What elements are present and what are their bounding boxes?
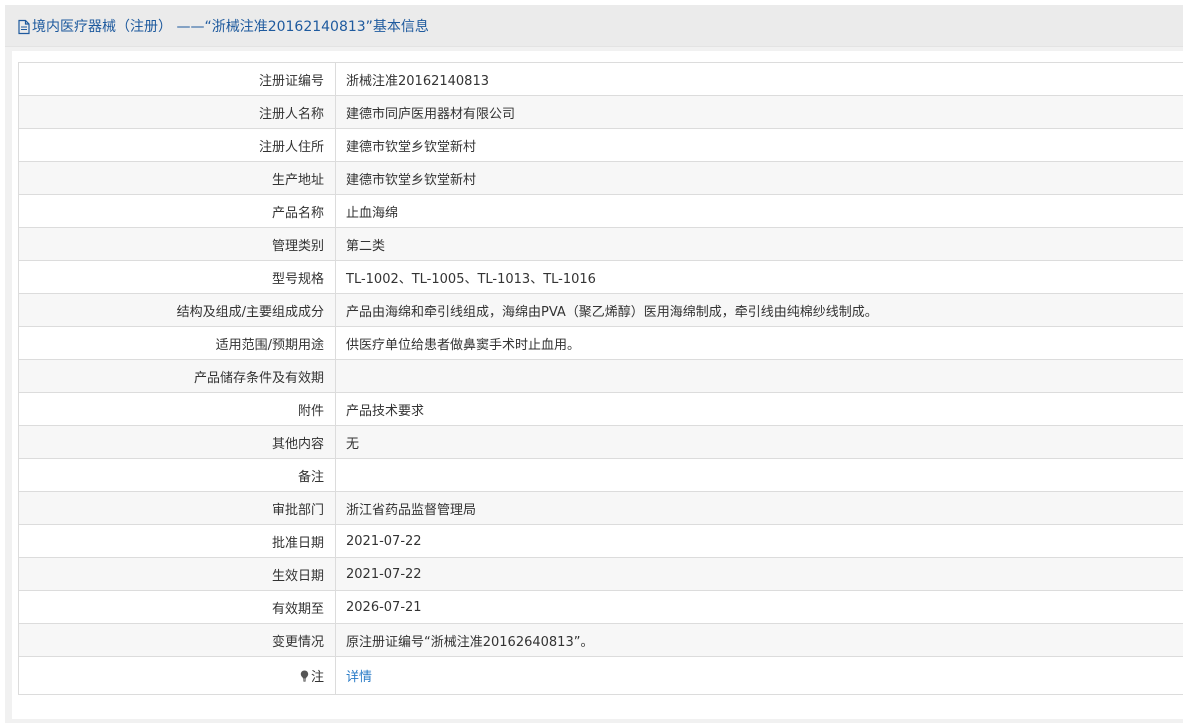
table-row: 产品名称 止血海绵 [18, 194, 1183, 228]
field-value [335, 458, 1183, 492]
table-row: 生产地址 建德市钦堂乡钦堂新村 [18, 161, 1183, 195]
field-label: 注册人名称 [18, 95, 336, 129]
table-row: 生效日期 2021-07-22 [18, 557, 1183, 591]
field-value [335, 359, 1183, 393]
field-label: 其他内容 [18, 425, 336, 459]
field-label: 备注 [18, 458, 336, 492]
field-label: 审批部门 [18, 491, 336, 525]
table-row: 批准日期 2021-07-22 [18, 524, 1183, 558]
field-label: 批准日期 [18, 524, 336, 558]
note-row: 注 详情 [18, 656, 1183, 695]
field-value: 无 [335, 425, 1183, 459]
field-value: 止血海绵 [335, 194, 1183, 228]
field-value: 原注册证编号“浙械注准20162640813”。 [335, 623, 1183, 657]
field-value: 第二类 [335, 227, 1183, 261]
info-panel: 境内医疗器械（注册） ——“浙械注准20162140813”基本信息 注册证编号… [5, 5, 1183, 723]
field-value: 2021-07-22 [335, 524, 1183, 558]
table-row: 附件 产品技术要求 [18, 392, 1183, 426]
field-value: 建德市同庐医用器材有限公司 [335, 95, 1183, 129]
field-value: 浙械注准20162140813 [335, 62, 1183, 96]
panel-body: 注册证编号 浙械注准20162140813 注册人名称 建德市同庐医用器材有限公司 注册… [12, 51, 1183, 719]
field-value: 建德市钦堂乡钦堂新村 [335, 128, 1183, 162]
document-icon [17, 19, 31, 35]
page-title: 境内医疗器械（注册） ——“浙械注准20162140813”基本信息 [32, 18, 429, 35]
field-label: 有效期至 [18, 590, 336, 624]
table-row: 结构及组成/主要组成成分 产品由海绵和牵引线组成，海绵由PVA（聚乙烯醇）医用海绵… [18, 293, 1183, 327]
table-row: 管理类别 第二类 [18, 227, 1183, 261]
field-value: 供医疗单位给患者做鼻窦手术时止血用。 [335, 326, 1183, 360]
field-value: 产品由海绵和牵引线组成，海绵由PVA（聚乙烯醇）医用海绵制成，牵引线由纯棉纱线制… [335, 293, 1183, 327]
field-label: 产品储存条件及有效期 [18, 359, 336, 393]
field-label: 结构及组成/主要组成成分 [18, 293, 336, 327]
field-label: 注册证编号 [18, 62, 336, 96]
field-label: 型号规格 [18, 260, 336, 294]
panel-header: 境内医疗器械（注册） ——“浙械注准20162140813”基本信息 [5, 5, 1183, 47]
note-label-cell: 注 [18, 656, 336, 695]
note-label: 注 [310, 670, 324, 685]
field-value: 2021-07-22 [335, 557, 1183, 591]
field-value: 2026-07-21 [335, 590, 1183, 624]
details-link[interactable]: 详情 [346, 670, 372, 685]
table-row: 注册人住所 建德市钦堂乡钦堂新村 [18, 128, 1183, 162]
table-row: 其他内容无 [18, 425, 1183, 459]
field-label: 适用范围/预期用途 [18, 326, 336, 360]
info-table: 注册证编号 浙械注准20162140813 注册人名称 建德市同庐医用器材有限公司 注册… [18, 62, 1183, 695]
field-value: 建德市钦堂乡钦堂新村 [335, 161, 1183, 195]
table-row: 变更情况 原注册证编号“浙械注准20162640813”。 [18, 623, 1183, 657]
field-label: 生产地址 [18, 161, 336, 195]
field-label: 变更情况 [18, 623, 336, 657]
lightbulb-icon [300, 670, 309, 682]
table-row: 适用范围/预期用途 供医疗单位给患者做鼻窦手术时止血用。 [18, 326, 1183, 360]
table-row: 产品储存条件及有效期 [18, 359, 1183, 393]
field-label: 生效日期 [18, 557, 336, 591]
table-row: 有效期至 2026-07-21 [18, 590, 1183, 624]
table-row: 注册证编号 浙械注准20162140813 [18, 62, 1183, 96]
field-label: 附件 [18, 392, 336, 426]
field-value: 浙江省药品监督管理局 [335, 491, 1183, 525]
field-label: 注册人住所 [18, 128, 336, 162]
field-label: 产品名称 [18, 194, 336, 228]
table-row: 型号规格 TL-1002、TL-1005、TL-1013、TL-1016 [18, 260, 1183, 294]
note-value-cell: 详情 [335, 656, 1183, 695]
field-label: 管理类别 [18, 227, 336, 261]
table-row: 备注 [18, 458, 1183, 492]
field-value: 产品技术要求 [335, 392, 1183, 426]
table-row: 注册人名称 建德市同庐医用器材有限公司 [18, 95, 1183, 129]
field-value: TL-1002、TL-1005、TL-1013、TL-1016 [335, 260, 1183, 294]
table-row: 审批部门 浙江省药品监督管理局 [18, 491, 1183, 525]
